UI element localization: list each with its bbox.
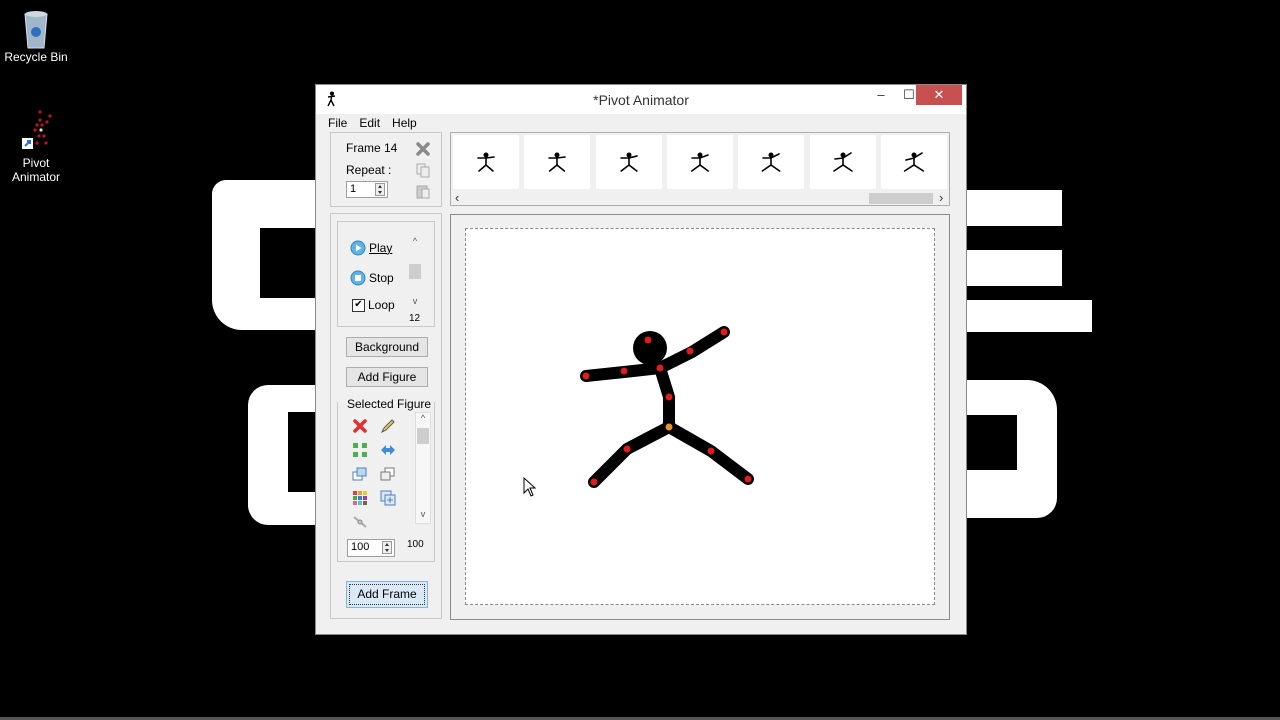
frame-label: Frame 14 bbox=[346, 141, 398, 155]
stop-icon bbox=[350, 270, 366, 286]
edit-figure-icon[interactable] bbox=[380, 418, 396, 434]
frame-thumbnail[interactable] bbox=[809, 135, 876, 189]
chevron-down-icon[interactable]: v bbox=[408, 296, 422, 306]
frame-thumbnail[interactable] bbox=[595, 135, 662, 189]
play-button[interactable]: Play bbox=[350, 240, 392, 256]
selected-figure-label: Selected Figure bbox=[346, 397, 433, 411]
add-frame-button[interactable]: Add Frame bbox=[346, 581, 428, 608]
background-button[interactable]: Background bbox=[346, 337, 428, 357]
timeline-scroll-thumb[interactable] bbox=[869, 193, 933, 204]
frame-thumbnail[interactable] bbox=[880, 135, 947, 189]
stop-label: Stop bbox=[369, 271, 394, 285]
copy-frame-icon[interactable] bbox=[415, 162, 431, 178]
joint-handle bbox=[590, 478, 598, 486]
speed-value: 12 bbox=[409, 313, 421, 324]
menu-edit[interactable]: Edit bbox=[359, 116, 380, 130]
menu-bar: File Edit Help bbox=[316, 114, 966, 132]
speed-slider[interactable]: ^ v bbox=[408, 236, 422, 306]
thumbnail-figure bbox=[832, 152, 853, 172]
flip-figure-icon[interactable] bbox=[380, 442, 396, 458]
timeline-scrollbar[interactable]: ‹ › bbox=[451, 190, 949, 205]
mouse-cursor-icon bbox=[523, 477, 537, 497]
joint-handle bbox=[707, 447, 715, 455]
playback-group: Play Stop ✔ Loop ^ v 12 bbox=[337, 221, 435, 327]
menu-help[interactable]: Help bbox=[392, 116, 417, 130]
stop-button[interactable]: Stop bbox=[350, 270, 394, 286]
thumbnail-figure bbox=[903, 152, 924, 172]
frame-thumbnail[interactable] bbox=[524, 135, 591, 189]
paste-frame-icon[interactable] bbox=[415, 183, 431, 199]
bring-front-icon[interactable] bbox=[352, 466, 368, 482]
joint-handle bbox=[582, 372, 590, 380]
figure-size-stepper[interactable]: 100 bbox=[347, 539, 395, 557]
chevron-up-icon[interactable]: ^ bbox=[416, 413, 430, 423]
repeat-value: 1 bbox=[350, 183, 357, 195]
thumbnail-figure bbox=[619, 152, 638, 172]
minimize-button[interactable]: – bbox=[870, 85, 892, 105]
stick-figure[interactable] bbox=[466, 229, 934, 604]
menu-file[interactable]: File bbox=[328, 116, 347, 130]
frame-thumbnail[interactable] bbox=[453, 135, 519, 189]
delete-figure-icon[interactable] bbox=[352, 418, 368, 434]
speed-slider-thumb[interactable] bbox=[409, 264, 421, 279]
controls-panel: Play Stop ✔ Loop ^ v 12 Background Add F… bbox=[330, 213, 442, 619]
joint-handle bbox=[686, 347, 694, 355]
joint-handle bbox=[744, 475, 752, 483]
play-icon bbox=[350, 240, 366, 256]
figure-list-scrollbar[interactable]: ^ v bbox=[415, 412, 431, 524]
root-joint-handle bbox=[665, 423, 673, 431]
add-figure-button[interactable]: Add Figure bbox=[346, 367, 428, 387]
join-icon[interactable] bbox=[352, 514, 368, 530]
play-label: Play bbox=[369, 241, 393, 255]
thumbnail-figure bbox=[690, 152, 709, 172]
chevron-up-icon[interactable]: ^ bbox=[408, 236, 422, 246]
window-title: *Pivot Animator bbox=[593, 92, 689, 108]
frame-panel: Frame 14 Repeat : 1 bbox=[330, 132, 442, 207]
center-figure-icon[interactable] bbox=[352, 442, 368, 458]
scroll-left-arrow[interactable]: ‹ bbox=[455, 190, 459, 205]
delete-frame-icon[interactable] bbox=[415, 141, 431, 157]
thumbnail-figure bbox=[548, 152, 567, 172]
duplicate-figure-icon[interactable] bbox=[380, 490, 396, 506]
selected-figure-group: Selected Figure ^ v 100 100 bbox=[337, 397, 435, 562]
joint-handle bbox=[665, 393, 673, 401]
animation-canvas[interactable] bbox=[465, 228, 935, 605]
repeat-stepper[interactable]: 1 bbox=[346, 181, 388, 198]
figure-size-value: 100 bbox=[351, 541, 370, 553]
canvas-container bbox=[450, 214, 950, 620]
joint-handle bbox=[656, 364, 664, 372]
joint-handle bbox=[623, 445, 631, 453]
color-palette-icon[interactable] bbox=[352, 490, 368, 506]
title-bar[interactable]: *Pivot Animator – ☐ ✕ bbox=[316, 85, 966, 114]
figure-list-scroll-thumb[interactable] bbox=[417, 428, 429, 444]
frame-thumbnail[interactable] bbox=[666, 135, 733, 189]
send-back-icon[interactable] bbox=[380, 466, 396, 482]
thumbnail-figure bbox=[477, 152, 495, 172]
thumbnail-figure bbox=[761, 152, 781, 172]
joint-handle bbox=[644, 336, 652, 344]
close-button[interactable]: ✕ bbox=[916, 85, 962, 105]
frame-thumbnail[interactable] bbox=[738, 135, 805, 189]
figure-size-readout: 100 bbox=[407, 539, 424, 550]
joint-handle bbox=[620, 367, 628, 375]
loop-label: Loop bbox=[368, 298, 395, 312]
repeat-stepper-arrows[interactable] bbox=[375, 183, 385, 196]
checkbox-checked-icon: ✔ bbox=[352, 298, 365, 312]
loop-checkbox[interactable]: ✔ Loop bbox=[352, 298, 395, 312]
figure-size-stepper-arrows[interactable] bbox=[382, 541, 392, 554]
chevron-down-icon[interactable]: v bbox=[416, 509, 430, 519]
frame-timeline: ‹ › bbox=[450, 132, 950, 206]
joint-handle bbox=[720, 328, 728, 336]
repeat-label: Repeat : bbox=[346, 163, 392, 177]
scroll-right-arrow[interactable]: › bbox=[939, 190, 943, 205]
